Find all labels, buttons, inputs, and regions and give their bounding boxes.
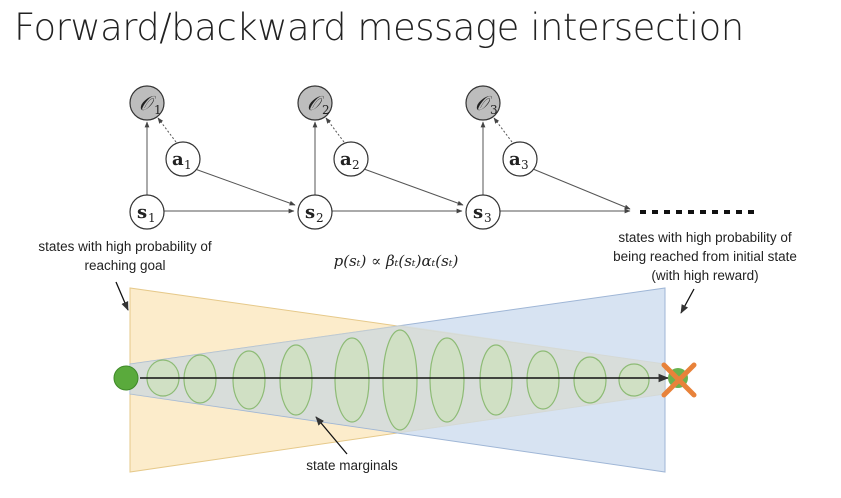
marginal-5 <box>334 337 370 423</box>
node-a3-sub: 3 <box>521 158 529 172</box>
marginal-2 <box>183 354 217 404</box>
bottom-annotation: state marginals <box>306 458 398 473</box>
right-annotation-line1: states with high probability of <box>618 230 792 245</box>
node-o2-sub: 2 <box>322 103 330 117</box>
node-s3-sub: 3 <box>484 211 492 225</box>
node-s3-symbol: s <box>473 202 483 223</box>
diagram: 𝒪 1 𝒪 2 𝒪 3 a 1 a 2 a 3 s 1 s 2 s 3 p(sₜ… <box>38 85 797 473</box>
right-annotation-line2: being reached from initial state <box>613 249 797 264</box>
edge-a3-next <box>532 168 631 210</box>
node-a2-symbol: a <box>340 149 352 170</box>
node-a3-symbol: a <box>509 149 521 170</box>
marginal-6 <box>382 329 418 431</box>
node-s3: s 3 <box>465 194 501 230</box>
node-a2-sub: 2 <box>352 158 360 172</box>
node-o1: 𝒪 1 <box>129 85 165 121</box>
node-s1-symbol: s <box>137 202 147 223</box>
edge-a1-s2 <box>194 168 296 206</box>
node-s1-sub: 1 <box>148 211 156 225</box>
marginal-9 <box>526 350 560 410</box>
node-s2-symbol: s <box>305 202 315 223</box>
node-s2: s 2 <box>297 194 333 230</box>
goal-marker <box>661 362 697 398</box>
node-a3: a 3 <box>502 141 538 177</box>
right-annotation-arrow <box>680 288 695 314</box>
node-a1: a 1 <box>165 141 201 177</box>
marginal-10 <box>573 356 607 404</box>
node-s2-sub: 2 <box>316 211 324 225</box>
edge-a2-s3 <box>363 168 464 206</box>
edge-a3-o3 <box>493 117 513 143</box>
start-state-dot <box>113 365 139 391</box>
node-o1-sub: 1 <box>154 103 162 117</box>
left-annotation-line1: states with high probability of <box>38 239 212 254</box>
marginal-8 <box>479 344 513 416</box>
right-annotation-line3: (with high reward) <box>651 268 758 283</box>
graph-edges <box>144 117 631 214</box>
marginal-11 <box>618 363 650 397</box>
marginal-3 <box>232 350 266 410</box>
node-s1: s 1 <box>129 194 165 230</box>
graphical-model: 𝒪 1 𝒪 2 𝒪 3 a 1 a 2 a 3 s 1 s 2 s 3 <box>129 85 760 230</box>
node-a1-sub: 1 <box>184 158 192 172</box>
node-o3-sub: 3 <box>490 103 498 117</box>
edge-a1-o1 <box>157 117 177 143</box>
node-o3: 𝒪 3 <box>465 85 501 121</box>
left-annotation-line2: reaching goal <box>84 258 165 273</box>
node-a2: a 2 <box>333 141 369 177</box>
marginal-formula: p(sₜ) ∝ βₜ(sₜ)αₜ(sₜ) <box>334 252 459 270</box>
node-o2: 𝒪 2 <box>297 85 333 121</box>
marginal-4 <box>279 344 313 416</box>
edge-a2-o2 <box>325 117 345 143</box>
node-a1-symbol: a <box>172 149 184 170</box>
left-annotation-arrow <box>115 281 129 311</box>
marginal-7 <box>429 337 465 423</box>
